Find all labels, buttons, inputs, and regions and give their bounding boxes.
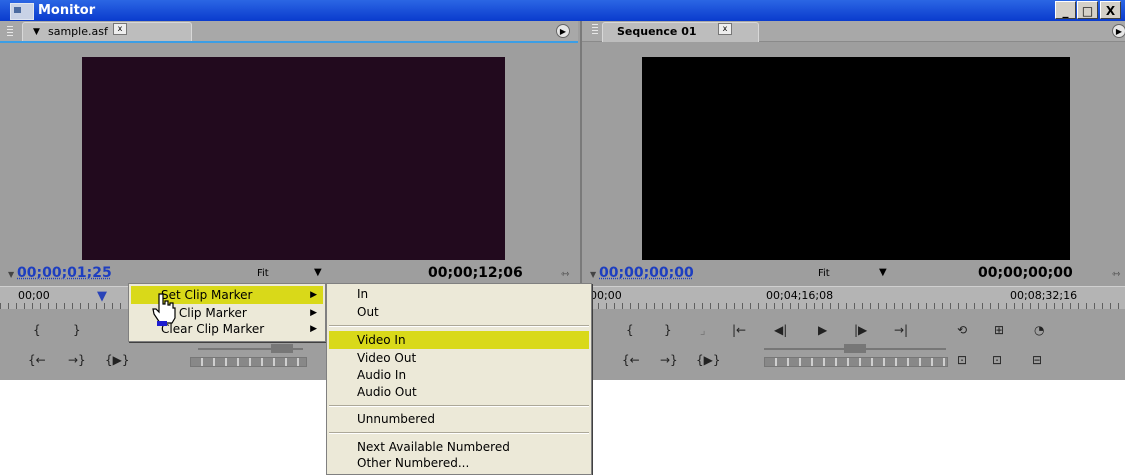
go-to-in-point-icon[interactable]: {← (622, 353, 640, 367)
source-timecode-row: ▼ 00;00;01;25 Fit ▼ 00;00;12;06 ⇿ (0, 264, 578, 284)
step-back-icon[interactable]: ◀| (774, 323, 787, 337)
play-icon[interactable]: ▶ (818, 323, 827, 337)
tab-source-clip[interactable]: ▼ sample.asf x (7, 22, 192, 42)
hand-cursor-icon (152, 293, 176, 326)
playhead-triangle-icon: ▼ (8, 270, 15, 279)
set-out-point-icon[interactable]: } (73, 323, 81, 337)
trim-icon[interactable]: ⊟ (1032, 353, 1042, 367)
title-bar[interactable]: Monitor _ □ X (0, 0, 1125, 21)
source-current-timecode[interactable]: 00;00;01;25 (17, 265, 112, 281)
menu-item-label: Video Out (357, 351, 417, 365)
menu-item-label: In (357, 287, 369, 301)
program-video-preview (642, 57, 1070, 260)
monitor-app-icon (10, 3, 34, 20)
active-panel-indicator (0, 41, 578, 43)
menu-separator (329, 432, 589, 434)
go-to-in-point-icon[interactable]: {← (28, 353, 46, 367)
extract-icon[interactable]: ⊡ (992, 353, 1002, 367)
source-duration-timecode: 00;00;12;06 (428, 265, 523, 281)
jog-disk[interactable] (764, 357, 948, 367)
shuttle-knob[interactable] (844, 344, 866, 353)
drag-grip-icon[interactable] (592, 24, 598, 36)
chevron-down-icon[interactable]: ▼ (33, 23, 40, 41)
menu-separator (329, 405, 589, 407)
submenu-arrow-icon: ▶ (310, 324, 317, 334)
program-duration-timecode: 00;00;00;00 (978, 265, 1073, 281)
program-timecode-row: ▼ 00;00;00;00 Fit ▼ 00;00;00;00 ⇿ (582, 264, 1125, 284)
submenu-arrow-icon: ▶ (310, 290, 317, 300)
playhead-triangle-icon: ▼ (590, 270, 597, 279)
ruler-label: 00;00 (18, 289, 50, 302)
panel-menu-icon[interactable]: ▶ (1112, 24, 1125, 38)
menu-item-video-in[interactable]: Video In (329, 331, 589, 349)
menu-item-label: Audio In (357, 368, 407, 382)
go-to-out-point-icon[interactable]: →} (68, 353, 86, 367)
ruler-label: 00;08;32;16 (1010, 289, 1078, 302)
menu-item-audio-out[interactable]: Audio Out (329, 383, 589, 401)
set-in-point-icon[interactable]: { (626, 323, 634, 337)
maximize-button[interactable]: □ (1077, 1, 1098, 19)
tab-label: sample.asf (48, 25, 108, 38)
drag-grip-icon[interactable] (7, 26, 13, 38)
ruler-label: 00;00 (590, 289, 622, 302)
resize-handle-icon[interactable]: ⇿ (561, 269, 569, 280)
lift-icon[interactable]: ⊡ (957, 353, 967, 367)
panel-menu-icon[interactable]: ▶ (556, 24, 570, 38)
ruler-ticks (582, 303, 1125, 309)
tab-label: Sequence 01 (617, 25, 697, 38)
menu-separator (329, 325, 589, 327)
menu-item-audio-in[interactable]: Audio In (329, 366, 589, 384)
output-icon[interactable]: ◔ (1034, 323, 1044, 337)
shuttle-slider[interactable] (198, 344, 303, 353)
menu-item-out[interactable]: Out (329, 303, 589, 321)
play-in-to-out-icon[interactable]: {▶} (696, 353, 721, 367)
ruler-label: 00;04;16;08 (766, 289, 834, 302)
go-to-in-icon[interactable]: |← (732, 323, 746, 337)
jog-disk[interactable] (190, 357, 307, 367)
tab-sequence[interactable]: Sequence 01 x (602, 22, 759, 42)
tab-close-icon[interactable]: x (718, 23, 732, 35)
window-title: Monitor (38, 3, 96, 18)
menu-item-label: Video In (357, 333, 406, 347)
chevron-down-icon[interactable]: ▼ (879, 267, 887, 278)
menu-item-video-out[interactable]: Video Out (329, 349, 589, 367)
set-marker-icon[interactable]: ⌟ (700, 323, 706, 337)
source-tab-bar: ▼ sample.asf x ▶ (0, 21, 578, 42)
step-forward-icon[interactable]: |▶ (854, 323, 867, 337)
go-to-out-point-icon[interactable]: →} (660, 353, 678, 367)
menu-item-unnumbered[interactable]: Unnumbered (329, 410, 589, 428)
go-to-out-icon[interactable]: →| (894, 323, 908, 337)
chevron-down-icon[interactable]: ▼ (314, 267, 322, 278)
playhead-marker-icon[interactable]: ▼ (97, 289, 107, 304)
menu-item-label: Out (357, 305, 379, 319)
close-button[interactable]: X (1100, 1, 1121, 19)
set-clip-marker-submenu: In Out Video In Video Out Audio In Audio… (326, 283, 592, 475)
shuttle-knob[interactable] (271, 344, 293, 353)
shuttle-slider[interactable] (764, 344, 946, 353)
set-out-point-icon[interactable]: } (664, 323, 672, 337)
menu-item-other-numbered[interactable]: Other Numbered... (329, 454, 589, 472)
program-monitor-panel: Sequence 01 x ▶ ▼ 00;00;00;00 Fit ▼ 00;0… (580, 21, 1125, 380)
minimize-button[interactable]: _ (1055, 1, 1076, 19)
tab-close-icon[interactable]: x (113, 23, 127, 35)
menu-item-label: Audio Out (357, 385, 417, 399)
resize-handle-icon[interactable]: ⇿ (1112, 269, 1120, 280)
loop-icon[interactable]: ⟲ (957, 323, 967, 337)
safe-margins-icon[interactable]: ⊞ (994, 323, 1004, 337)
menu-item-label: Other Numbered... (357, 456, 470, 470)
menu-item-label: Unnumbered (357, 412, 435, 426)
play-in-to-out-icon[interactable]: {▶} (105, 353, 130, 367)
menu-item-in[interactable]: In (329, 285, 589, 303)
program-zoom-value[interactable]: Fit (818, 268, 830, 279)
set-in-point-icon[interactable]: { (33, 323, 41, 337)
program-tab-bar: Sequence 01 x ▶ (582, 21, 1125, 42)
program-current-timecode[interactable]: 00;00;00;00 (599, 265, 694, 281)
program-time-ruler[interactable]: 00;00 00;04;16;08 00;08;32;16 (582, 286, 1125, 309)
source-zoom-value[interactable]: Fit (257, 268, 269, 279)
source-video-preview (82, 57, 505, 260)
